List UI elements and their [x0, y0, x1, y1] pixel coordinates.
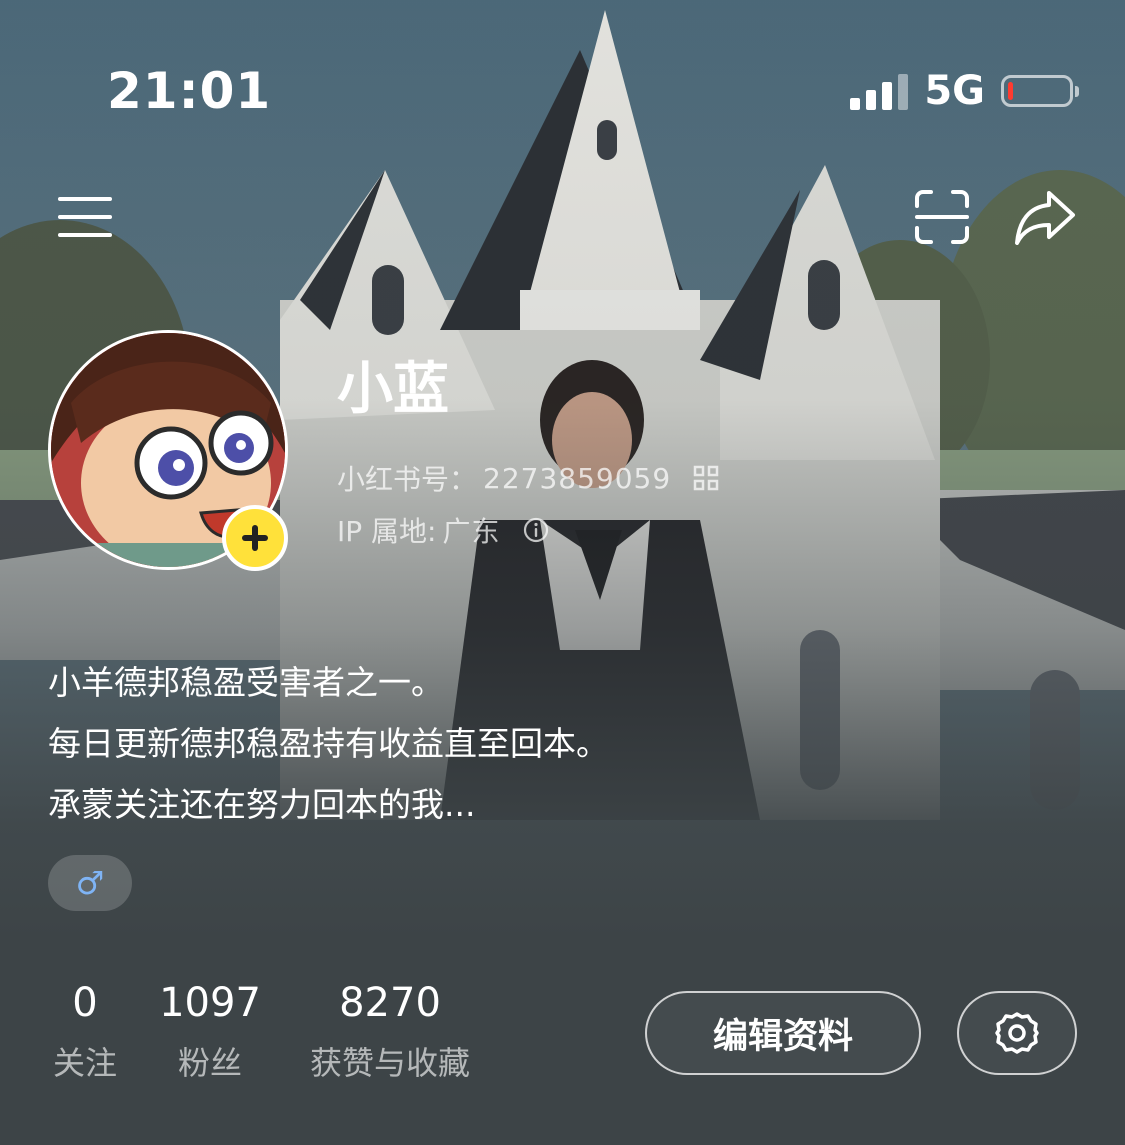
plus-icon [242, 525, 268, 551]
likes-count: 8270 [339, 980, 441, 1026]
followers-label: 粉丝 [177, 1044, 242, 1082]
signal-strength-icon [850, 72, 909, 110]
add-avatar-badge[interactable] [222, 505, 288, 571]
male-icon: ♂ [75, 864, 105, 902]
status-time: 21:01 [107, 62, 272, 120]
stat-likes-collections[interactable]: 8270 获赞与收藏 [298, 980, 482, 1082]
info-icon[interactable] [523, 517, 549, 543]
gear-icon [995, 1012, 1039, 1054]
following-label: 关注 [52, 1044, 117, 1082]
bio-line: 每日更新德邦稳盈持有收益直至回本。 [48, 724, 609, 763]
settings-button[interactable] [957, 991, 1077, 1075]
hamburger-menu-icon [58, 197, 112, 237]
share-button[interactable] [1010, 186, 1080, 248]
share-arrow-icon [1015, 191, 1075, 245]
bio-line: 小羊德邦稳盈受害者之一。 [48, 663, 444, 702]
menu-button[interactable] [50, 190, 120, 244]
followers-count: 1097 [159, 980, 261, 1026]
scan-button[interactable] [910, 186, 974, 248]
scan-icon [915, 190, 969, 244]
network-type: 5G [924, 68, 985, 114]
bio-line: 承蒙关注还在努力回本的我... [48, 785, 476, 824]
ip-location-row: IP 属地: 广东 [337, 510, 549, 550]
user-id-value: 2273859059 [483, 461, 672, 495]
qrcode-icon [693, 465, 719, 491]
user-id-row[interactable]: 小红书号： 2273859059 [337, 458, 719, 498]
likes-label: 获赞与收藏 [309, 1044, 470, 1082]
ip-location-value: 广东 [442, 515, 501, 548]
background-gradient-overlay [0, 0, 1125, 1145]
edit-profile-button[interactable]: 编辑资料 [645, 991, 921, 1075]
gender-tag: ♂ [48, 855, 132, 911]
battery-level [1008, 82, 1013, 100]
profile-screen: 21:01 5G 小蓝 小红书号： 2273859059 IP 属地: 广东 小… [0, 0, 1125, 1145]
bio-text[interactable]: 小羊德邦稳盈受害者之一。 每日更新德邦稳盈持有收益直至回本。 承蒙关注还在努力回… [48, 652, 948, 835]
nickname: 小蓝 [337, 357, 449, 422]
status-indicators: 5G [850, 68, 1079, 114]
stat-followers[interactable]: 1097 粉丝 [158, 980, 262, 1082]
following-count: 0 [72, 980, 98, 1026]
battery-icon [1001, 75, 1079, 107]
stat-following[interactable]: 0 关注 [48, 980, 122, 1082]
ip-location-label: IP 属地: [337, 515, 437, 548]
user-id-label: 小红书号： [337, 463, 478, 496]
